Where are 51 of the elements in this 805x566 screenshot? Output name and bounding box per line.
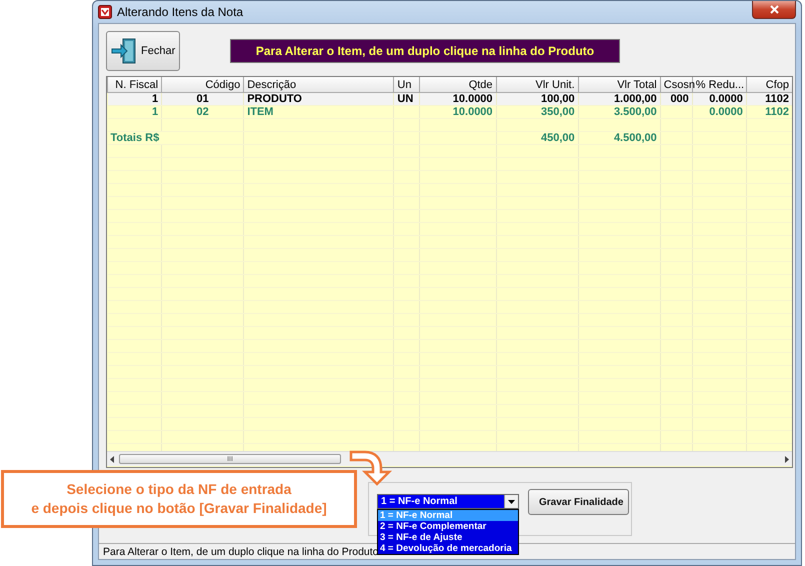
window-title: Alterando Itens da Nota <box>117 5 244 19</box>
caret-icon <box>508 500 515 504</box>
status-text: Para Alterar o Item, de um duplo clique na linha do Produto <box>103 546 379 558</box>
table-row[interactable]: 1 02 ITEM 10.0000 350,00 3.500,00 0.0000 1102 <box>108 106 792 118</box>
table-cell: 0.0000 <box>709 93 743 105</box>
table-cell: 10.0000 <box>452 93 493 105</box>
column-header[interactable]: Vlr Total <box>578 77 660 92</box>
table-cell: 1102 <box>765 93 789 105</box>
table-cell: UN <box>397 93 414 105</box>
table-cell: 1 <box>152 106 158 118</box>
instruction-banner: Para Alterar o Item, de um duplo clique na linha do Produto <box>230 39 620 63</box>
curved-arrow-icon <box>349 450 393 486</box>
totals-label: Totais R$ <box>110 132 160 144</box>
dropdown-option[interactable]: 2 = NF-e Complementar <box>378 521 518 532</box>
table-cell: PRODUTO <box>247 93 302 105</box>
close-button[interactable]: Fechar <box>106 31 180 71</box>
table-cell: 3.500,00 <box>614 106 657 118</box>
close-icon <box>770 5 778 14</box>
column-header[interactable]: Un <box>394 77 420 92</box>
table-cell: 1.000,00 <box>614 93 657 105</box>
column-header[interactable]: N. Fiscal <box>108 77 162 92</box>
callout-text: Selecione o tipo da NF de entrada <box>66 480 292 499</box>
table-cell: 000 <box>670 93 689 105</box>
table-row[interactable]: 1 01 PRODUTO UN 10.0000 100,00 1.000,00 000 0.0000 1102 <box>108 92 792 106</box>
table-cell: 02 <box>196 106 209 118</box>
table-cell: 10.0000 <box>452 106 493 118</box>
exit-door-icon <box>111 37 137 65</box>
dropdown-option[interactable]: 3 = NF-e de Ajuste <box>378 532 518 543</box>
dropdown-option[interactable]: 4 = Devolução de mercadoria <box>378 543 518 554</box>
finalidade-dropdown[interactable]: 1 = NF-e Normal <box>377 494 519 509</box>
scroll-right-icon[interactable] <box>785 456 789 462</box>
save-finalidade-button[interactable]: Gravar Finalidade <box>528 489 629 515</box>
total-value: 4.500,00 <box>614 132 657 144</box>
table-cell: 1 <box>152 93 158 105</box>
column-header[interactable]: Qtde <box>420 77 496 92</box>
column-header[interactable]: Vlr Unit. <box>496 77 578 92</box>
table-cell: 100,00 <box>541 93 575 105</box>
table-cell: 1102 <box>765 106 789 118</box>
column-header[interactable]: Cfop <box>746 77 792 92</box>
table-cell: 0.0000 <box>709 106 743 118</box>
close-button[interactable] <box>752 1 796 19</box>
table-cell: 01 <box>196 93 209 105</box>
table-cell: 350,00 <box>541 106 575 118</box>
total-value: 450,00 <box>541 132 575 144</box>
column-header[interactable]: Código <box>162 77 244 92</box>
app-icon <box>98 5 112 19</box>
column-header[interactable]: Csosn <box>660 77 692 92</box>
callout-text: e depois clique no botão [Gravar Finalidade] <box>31 499 327 518</box>
table-cell: ITEM <box>247 106 274 118</box>
column-header[interactable]: Descrição <box>244 77 394 92</box>
scroll-left-icon[interactable] <box>110 456 114 462</box>
